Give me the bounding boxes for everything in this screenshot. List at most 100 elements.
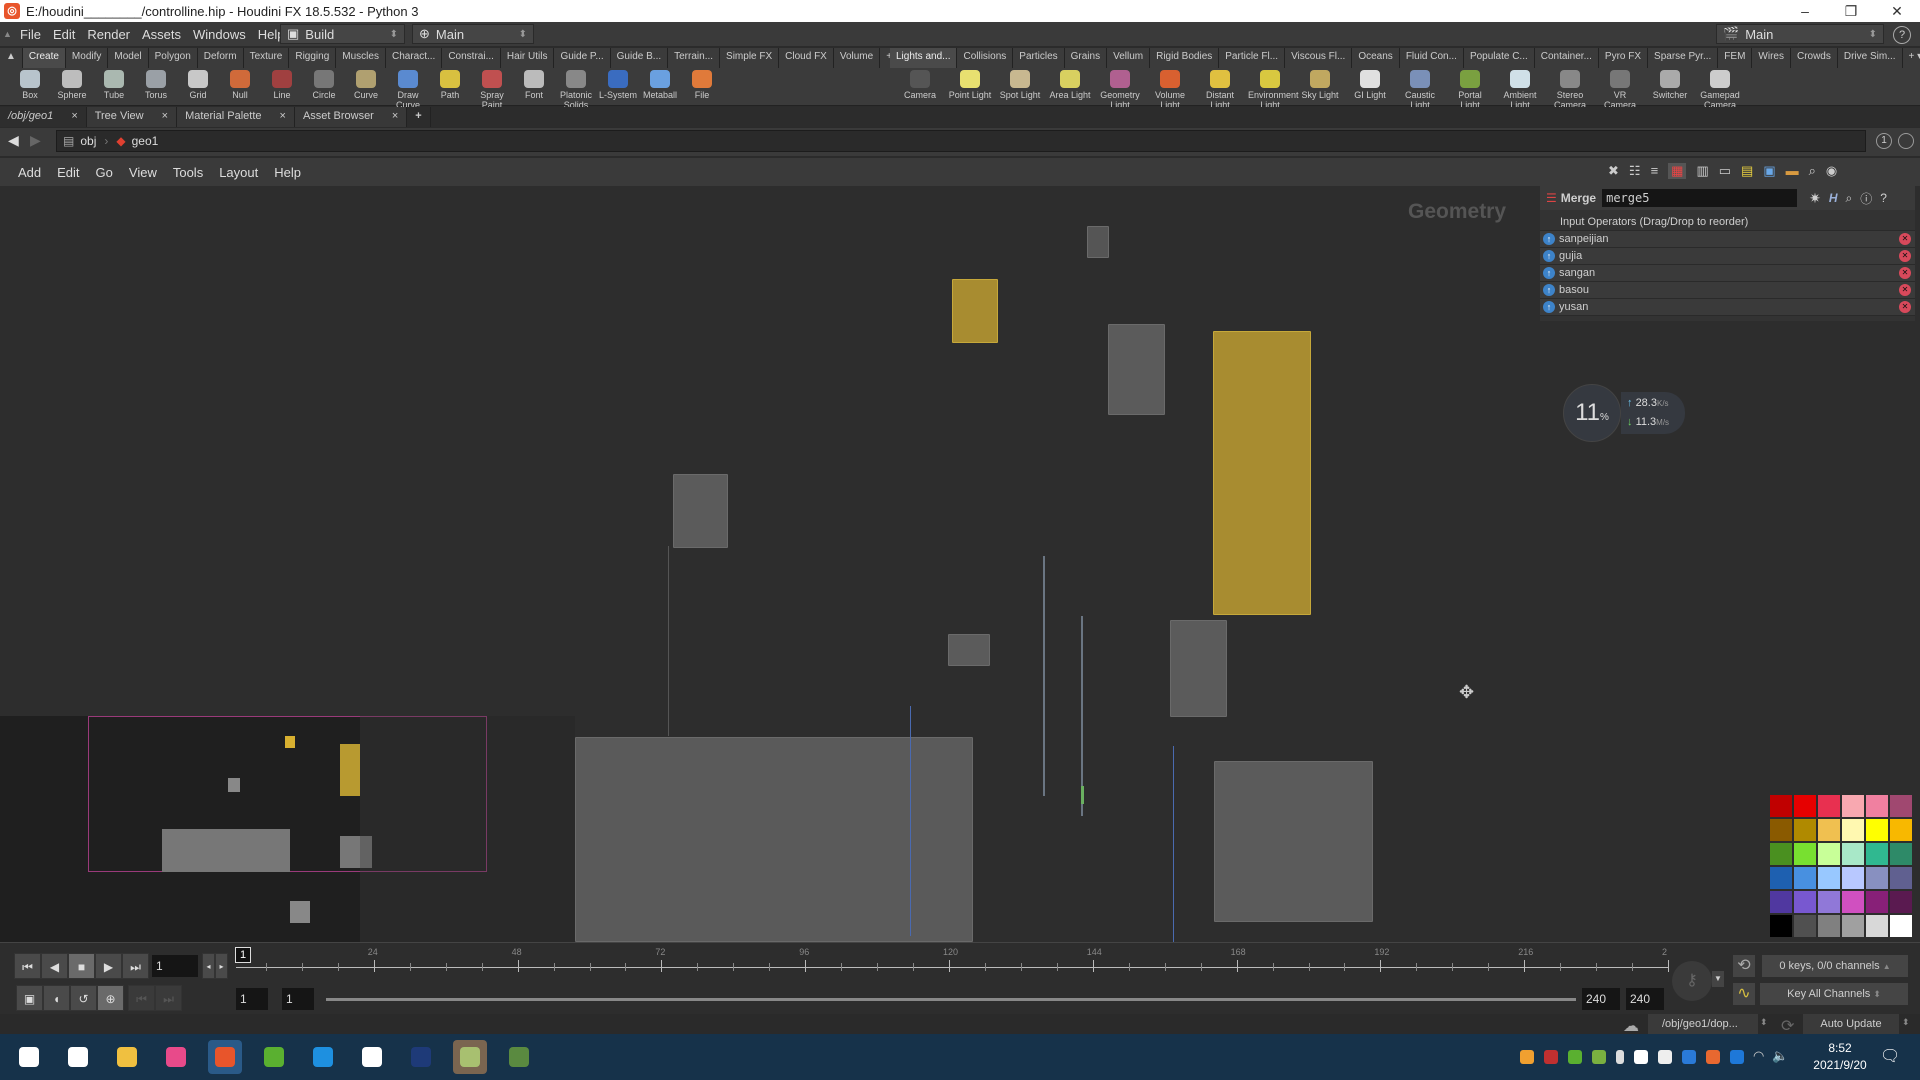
shelf-tab-charact[interactable]: Charact... xyxy=(385,48,443,68)
shelf-tab-vellum[interactable]: Vellum xyxy=(1107,48,1151,68)
menu-add[interactable]: Add xyxy=(10,165,49,180)
color-swatch[interactable] xyxy=(1794,891,1816,913)
tool-platonic-solids[interactable]: Platonic Solids xyxy=(554,68,598,110)
tab-obj-geo1[interactable]: /obj/geo1 × xyxy=(0,107,87,127)
maximize-button[interactable]: ❐ xyxy=(1828,0,1874,22)
taskbar-app-tool-app[interactable] xyxy=(502,1040,536,1074)
remove-input-icon[interactable]: ✕ xyxy=(1899,233,1911,245)
clock[interactable]: 8:52 2021/9/20 xyxy=(1800,1040,1880,1074)
tool-sky-light[interactable]: Sky Light xyxy=(1298,68,1342,100)
network-box[interactable] xyxy=(952,279,998,343)
color-swatch[interactable] xyxy=(1842,795,1864,817)
shelf-tab-oceans[interactable]: Oceans xyxy=(1352,48,1400,68)
menu-assets[interactable]: Assets xyxy=(136,27,187,42)
color-swatch[interactable] xyxy=(1818,891,1840,913)
eye-icon[interactable]: ◉ xyxy=(1826,163,1837,179)
close-tab-icon[interactable]: × xyxy=(392,110,398,124)
tool-stereo-camera[interactable]: Stereo Camera xyxy=(1548,68,1592,110)
menu-net-help[interactable]: Help xyxy=(266,165,309,180)
tool-camera[interactable]: Camera xyxy=(898,68,942,100)
cloud-tray-icon[interactable] xyxy=(1634,1050,1648,1064)
tool-geometry-light[interactable]: Geometry Light xyxy=(1098,68,1142,110)
tab-material-palette[interactable]: Material Palette × xyxy=(177,107,295,127)
defender-tray-icon[interactable] xyxy=(1658,1050,1672,1064)
tool-area-light[interactable]: Area Light xyxy=(1048,68,1092,100)
shelf-tab-lights-and[interactable]: Lights and... xyxy=(890,48,958,68)
tool-path[interactable]: Path xyxy=(428,68,472,100)
shelf-tab-terrain[interactable]: Terrain... xyxy=(668,48,721,68)
wrench-icon[interactable]: ✖ xyxy=(1608,163,1619,179)
shelf-tab-guide-p[interactable]: Guide P... xyxy=(554,48,611,68)
color-swatch[interactable] xyxy=(1842,891,1864,913)
menu-net-edit[interactable]: Edit xyxy=(49,165,87,180)
color-swatch[interactable] xyxy=(1866,819,1888,841)
color-swatch[interactable] xyxy=(1818,915,1840,937)
background-image-icon[interactable]: ▣ xyxy=(1763,163,1775,179)
color-swatch[interactable] xyxy=(1866,843,1888,865)
menu-go[interactable]: Go xyxy=(88,165,121,180)
remove-input-icon[interactable]: ✕ xyxy=(1899,267,1911,279)
color-swatch[interactable] xyxy=(1890,819,1912,841)
tool-tube[interactable]: Tube xyxy=(92,68,136,100)
color-swatch[interactable] xyxy=(1770,915,1792,937)
step-back-button[interactable]: ◂ xyxy=(202,953,215,979)
menu-file[interactable]: File xyxy=(14,27,47,42)
jump-to-start-button[interactable]: ⏮ xyxy=(14,953,41,979)
shelf-tab-crowds[interactable]: Crowds xyxy=(1790,48,1838,68)
color-swatch[interactable] xyxy=(1890,891,1912,913)
color-swatch[interactable] xyxy=(1770,843,1792,865)
play-button[interactable]: ▶ xyxy=(95,953,122,979)
shelf-tab-pyro-fx[interactable]: Pyro FX xyxy=(1598,48,1649,68)
shelf-tab-fem[interactable]: FEM xyxy=(1718,48,1753,68)
jump-to-end-button[interactable]: ⏭ xyxy=(122,953,149,979)
color-swatch[interactable] xyxy=(1866,915,1888,937)
color-swatch[interactable] xyxy=(1794,795,1816,817)
shelf-tab-cloud-fx[interactable]: Cloud FX xyxy=(779,48,834,68)
tool-caustic-light[interactable]: Caustic Light xyxy=(1398,68,1442,110)
step-forward-button[interactable]: ▸ xyxy=(215,953,228,979)
add-shelf-tab-button[interactable]: + ▾ xyxy=(1902,48,1920,68)
menu-tools[interactable]: Tools xyxy=(165,165,211,180)
next-key-button[interactable]: ⏭ xyxy=(155,985,182,1011)
prev-key-button[interactable]: ⏮ xyxy=(128,985,155,1011)
color-swatch[interactable] xyxy=(1770,795,1792,817)
current-frame-field[interactable]: 1 xyxy=(152,955,198,977)
update-mode-dropdown[interactable]: Auto Update xyxy=(1803,1014,1899,1034)
taskbar-app-search[interactable] xyxy=(61,1040,95,1074)
remove-input-icon[interactable]: ✕ xyxy=(1899,301,1911,313)
collapse-strip-icon[interactable]: ▲ xyxy=(0,29,14,39)
color-swatch[interactable] xyxy=(1818,843,1840,865)
network-box[interactable] xyxy=(1214,761,1373,922)
crumb-obj[interactable]: obj xyxy=(80,134,96,148)
tool-grid[interactable]: Grid xyxy=(176,68,220,100)
remove-input-icon[interactable]: ✕ xyxy=(1899,250,1911,262)
color-swatch[interactable] xyxy=(1842,915,1864,937)
range-slider[interactable] xyxy=(326,998,1576,1001)
tool-l-system[interactable]: L-System xyxy=(596,68,640,100)
tool-gamepad-camera[interactable]: Gamepad Camera xyxy=(1698,68,1742,110)
input-operator-row[interactable]: ↑ sanpeijian ✕ xyxy=(1540,231,1915,248)
tool-torus[interactable]: Torus xyxy=(134,68,178,100)
tab-asset-browser[interactable]: Asset Browser × xyxy=(294,107,408,127)
tool-environment-light[interactable]: Environment Light xyxy=(1248,68,1299,110)
range-start-field[interactable]: 1 xyxy=(236,988,268,1010)
frame-marker[interactable]: 1 xyxy=(235,947,251,963)
taskbar-app-cloud-app[interactable] xyxy=(306,1040,340,1074)
network-box-large[interactable] xyxy=(575,737,973,942)
color-swatch[interactable] xyxy=(1866,795,1888,817)
color-swatch[interactable] xyxy=(1890,915,1912,937)
shelf-tab-collisions[interactable]: Collisions xyxy=(957,48,1014,68)
forward-arrow-icon[interactable]: ▶ xyxy=(30,132,41,149)
color-swatch[interactable] xyxy=(1818,867,1840,889)
taskbar-app-file-explorer[interactable] xyxy=(110,1040,144,1074)
tool-vr-camera[interactable]: VR Camera xyxy=(1598,68,1642,110)
color-swatch[interactable] xyxy=(1794,867,1816,889)
nvidia-tray-icon[interactable] xyxy=(1568,1050,1582,1064)
shelf-tab-drive-sim[interactable]: Drive Sim... xyxy=(1837,48,1903,68)
shelf-tab-volume[interactable]: Volume xyxy=(833,48,881,68)
shelf-tab-polygon[interactable]: Polygon xyxy=(148,48,198,68)
gear-icon[interactable]: ✷ xyxy=(1809,190,1821,207)
tree-icon[interactable]: ☷ xyxy=(1629,163,1641,179)
color-swatch[interactable] xyxy=(1794,843,1816,865)
color-swatch[interactable] xyxy=(1890,843,1912,865)
